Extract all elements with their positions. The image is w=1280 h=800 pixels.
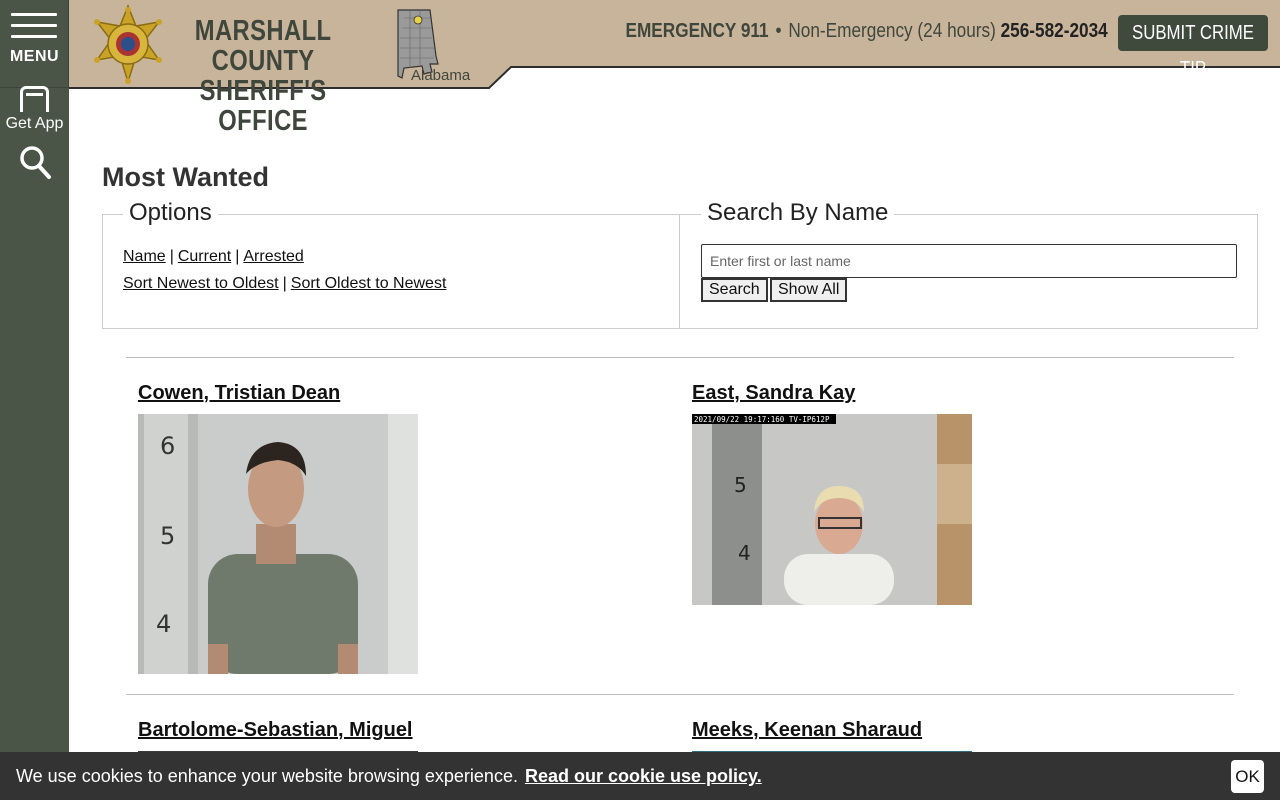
- person-name-link[interactable]: East, Sandra Kay: [692, 382, 855, 405]
- height-mark: 4: [156, 610, 171, 638]
- cookie-banner: We use cookies to enhance your website b…: [0, 752, 1280, 800]
- sort-oldest-link[interactable]: Sort Oldest to Newest: [291, 275, 447, 292]
- filter-current-link[interactable]: Current: [178, 248, 231, 265]
- height-mark: 4: [738, 541, 751, 565]
- search-icon[interactable]: [18, 144, 52, 180]
- emergency-label: EMERGENCY 911: [625, 20, 769, 42]
- sort-row: Sort Newest to Oldest | Sort Oldest to New…: [123, 275, 446, 293]
- org-name-line1: MARSHALL COUNTY: [194, 15, 332, 77]
- divider: [126, 694, 1234, 695]
- cookie-policy-link[interactable]: Read our cookie use policy.: [525, 766, 762, 786]
- get-app-button[interactable]: Get App: [0, 84, 69, 138]
- contact-separator: •: [775, 20, 782, 42]
- search-button[interactable]: Search: [701, 278, 768, 302]
- show-all-button[interactable]: Show All: [770, 278, 848, 302]
- filter-row: Name | Current | Arrested: [123, 248, 304, 266]
- site-header: MARSHALL COUNTY SHERIFF'S OFFICE Alabama…: [69, 0, 1280, 136]
- sort-newest-link[interactable]: Sort Newest to Oldest: [123, 275, 279, 292]
- filter-name-link[interactable]: Name: [123, 248, 166, 265]
- options-panel: Options Name | Current | Arrested Sort Newes…: [102, 199, 680, 329]
- phone-icon: [20, 86, 49, 112]
- options-legend: Options: [123, 199, 218, 227]
- hamburger-icon: [11, 13, 57, 41]
- photo-timestamp: 2021/09/22 19:17:160 TV-IP612P: [694, 415, 830, 424]
- person-photo[interactable]: 2021/09/22 19:17:160 TV-IP612P 5 4: [692, 414, 972, 605]
- cookie-text: We use cookies to enhance your website b…: [16, 766, 518, 786]
- page-title: Most Wanted: [102, 162, 269, 192]
- divider: [126, 357, 1234, 358]
- menu-label: MENU: [9, 48, 60, 65]
- org-name-line2: SHERIFF'S OFFICE: [199, 75, 327, 137]
- sheriff-badge-logo[interactable]: [93, 3, 163, 86]
- person-name-link[interactable]: Meeks, Keenan Sharaud: [692, 719, 922, 742]
- filter-arrested-link[interactable]: Arrested: [243, 248, 303, 265]
- cookie-ok-button[interactable]: OK: [1231, 760, 1264, 793]
- menu-button[interactable]: MENU: [0, 0, 69, 88]
- height-mark: 6: [160, 432, 175, 460]
- filter-separator: |: [235, 248, 240, 265]
- sort-separator: |: [282, 275, 287, 292]
- person-name-link[interactable]: Bartolome-Sebastian, Miguel: [138, 719, 413, 742]
- state-label: Alabama: [411, 67, 471, 84]
- search-legend: Search By Name: [701, 199, 895, 227]
- height-mark: 5: [734, 473, 747, 497]
- contact-info: EMERGENCY 911 • Non-Emergency (24 hours) 2…: [626, 20, 1108, 43]
- height-mark: 5: [160, 522, 175, 550]
- get-app-label: Get App: [5, 115, 64, 132]
- submit-crime-tip-label: SUBMIT CRIME TIP: [1132, 22, 1254, 80]
- cookie-message: We use cookies to enhance your website b…: [16, 766, 762, 787]
- search-input[interactable]: [701, 244, 1237, 278]
- nonemergency-label: Non-Emergency (24 hours): [788, 20, 997, 42]
- person-photo[interactable]: 6 5 4: [138, 414, 418, 674]
- org-name[interactable]: MARSHALL COUNTY SHERIFF'S OFFICE: [177, 16, 349, 136]
- filter-separator: |: [169, 248, 174, 265]
- search-panel: Search By Name Search Show All: [680, 199, 1258, 329]
- person-name-link[interactable]: Cowen, Tristian Dean: [138, 382, 340, 405]
- nonemergency-phone[interactable]: 256-582-2034: [1001, 20, 1108, 42]
- submit-crime-tip-button[interactable]: SUBMIT CRIME TIP: [1118, 15, 1268, 80]
- side-rail: MENU Get App: [0, 0, 69, 800]
